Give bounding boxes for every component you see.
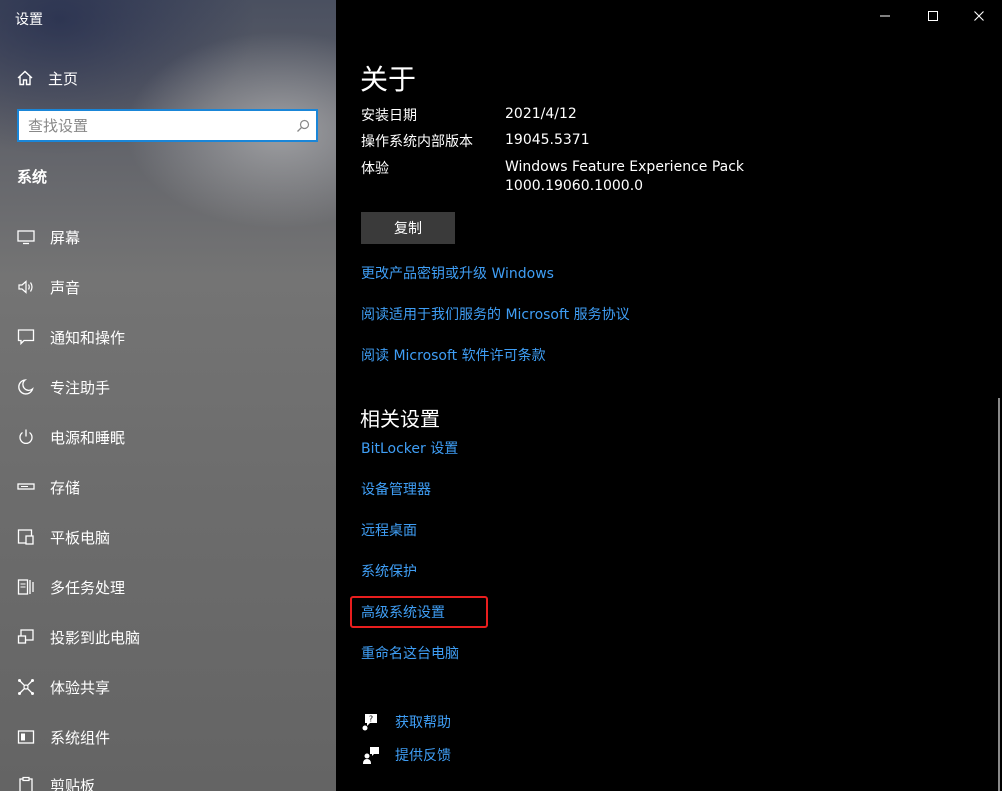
home-label: 主页 — [48, 69, 79, 88]
minimize-icon — [879, 10, 891, 22]
software-license-terms-link[interactable]: 阅读 Microsoft 软件许可条款 — [361, 345, 546, 365]
display-icon — [16, 227, 36, 247]
sidebar-item-clipboard[interactable]: 剪贴板 — [0, 767, 336, 791]
system-components-icon — [16, 727, 36, 747]
search-icon[interactable] — [296, 118, 310, 137]
microsoft-services-agreement-link[interactable]: 阅读适用于我们服务的 Microsoft 服务协议 — [361, 304, 630, 324]
experience-value-version: 1000.19060.1000.0 — [505, 178, 644, 194]
sidebar-item-label: 多任务处理 — [50, 578, 126, 597]
main-content: 关于 安装日期 2021/4/12 操作系统内部版本 19045.5371 体验… — [336, 0, 1002, 791]
sidebar-item-focus-assist[interactable]: 专注助手 — [0, 369, 336, 405]
power-icon — [16, 427, 36, 447]
get-help-link[interactable]: ? 获取帮助 — [361, 710, 451, 734]
change-product-key-link[interactable]: 更改产品密钥或升级 Windows — [361, 263, 554, 283]
get-help-icon: ? — [361, 712, 381, 732]
sidebar: 设置 主页 系统 屏幕 声音 通知和操作 专注助手 — [0, 0, 336, 791]
sidebar-item-multitasking[interactable]: 多任务处理 — [0, 569, 336, 605]
tablet-icon — [16, 527, 36, 547]
home-icon — [16, 69, 34, 87]
get-help-label: 获取帮助 — [395, 715, 451, 731]
system-protection-link[interactable]: 系统保护 — [361, 561, 417, 581]
sidebar-item-label: 存储 — [50, 478, 81, 497]
projecting-icon — [16, 627, 36, 647]
feedback-label: 提供反馈 — [395, 748, 451, 764]
scrollbar[interactable] — [998, 398, 1000, 791]
device-manager-link[interactable]: 设备管理器 — [361, 479, 431, 499]
sidebar-item-label: 专注助手 — [50, 378, 111, 397]
multitasking-icon — [16, 577, 36, 597]
search-box[interactable] — [17, 109, 318, 142]
sidebar-item-sound[interactable]: 声音 — [0, 269, 336, 305]
install-date-value: 2021/4/12 — [505, 106, 577, 122]
experience-label: 体验 — [361, 161, 389, 177]
rename-this-pc-link[interactable]: 重命名这台电脑 — [361, 643, 459, 663]
sidebar-item-label: 平板电脑 — [50, 528, 111, 547]
page-title: 关于 — [360, 63, 417, 96]
focus-assist-icon — [16, 377, 36, 397]
search-input[interactable] — [19, 116, 288, 135]
sidebar-item-label: 声音 — [50, 278, 81, 297]
maximize-icon — [927, 10, 939, 22]
minimize-button[interactable] — [862, 0, 908, 32]
maximize-button[interactable] — [910, 0, 956, 32]
sidebar-item-label: 剪贴板 — [50, 776, 96, 791]
bitlocker-settings-link[interactable]: BitLocker 设置 — [361, 438, 458, 458]
sidebar-item-label: 通知和操作 — [50, 328, 126, 347]
section-title: 系统 — [17, 168, 48, 186]
os-build-label: 操作系统内部版本 — [361, 134, 473, 150]
experience-value: Windows Feature Experience Pack — [505, 159, 745, 175]
clipboard-icon — [16, 775, 36, 791]
sidebar-item-notifications[interactable]: 通知和操作 — [0, 319, 336, 355]
notification-icon — [16, 327, 36, 347]
sidebar-item-storage[interactable]: 存储 — [0, 469, 336, 505]
copy-button[interactable]: 复制 — [361, 212, 455, 244]
shared-experiences-icon — [16, 677, 36, 697]
close-button[interactable] — [956, 0, 1002, 32]
storage-icon — [16, 477, 36, 497]
feedback-icon — [361, 745, 381, 765]
highlight-box — [350, 596, 488, 628]
install-date-label: 安装日期 — [361, 108, 417, 124]
svg-text:?: ? — [369, 715, 373, 724]
os-build-value: 19045.5371 — [505, 132, 590, 148]
sidebar-item-projecting[interactable]: 投影到此电脑 — [0, 619, 336, 655]
home-link[interactable]: 主页 — [16, 67, 78, 89]
sidebar-item-label: 电源和睡眠 — [50, 428, 126, 447]
sidebar-item-label: 系统组件 — [50, 728, 111, 747]
related-settings-title: 相关设置 — [360, 407, 440, 431]
feedback-link[interactable]: 提供反馈 — [361, 743, 451, 767]
sidebar-item-shared-experiences[interactable]: 体验共享 — [0, 669, 336, 705]
sidebar-item-label: 体验共享 — [50, 678, 111, 697]
sidebar-item-tablet[interactable]: 平板电脑 — [0, 519, 336, 555]
close-icon — [973, 10, 985, 22]
remote-desktop-link[interactable]: 远程桌面 — [361, 520, 417, 540]
sidebar-item-system-components[interactable]: 系统组件 — [0, 719, 336, 755]
sound-icon — [16, 277, 36, 297]
window-title: 设置 — [15, 12, 43, 28]
sidebar-item-display[interactable]: 屏幕 — [0, 219, 336, 255]
sidebar-item-label: 屏幕 — [50, 228, 81, 247]
sidebar-item-power-sleep[interactable]: 电源和睡眠 — [0, 419, 336, 455]
sidebar-item-label: 投影到此电脑 — [50, 628, 141, 647]
